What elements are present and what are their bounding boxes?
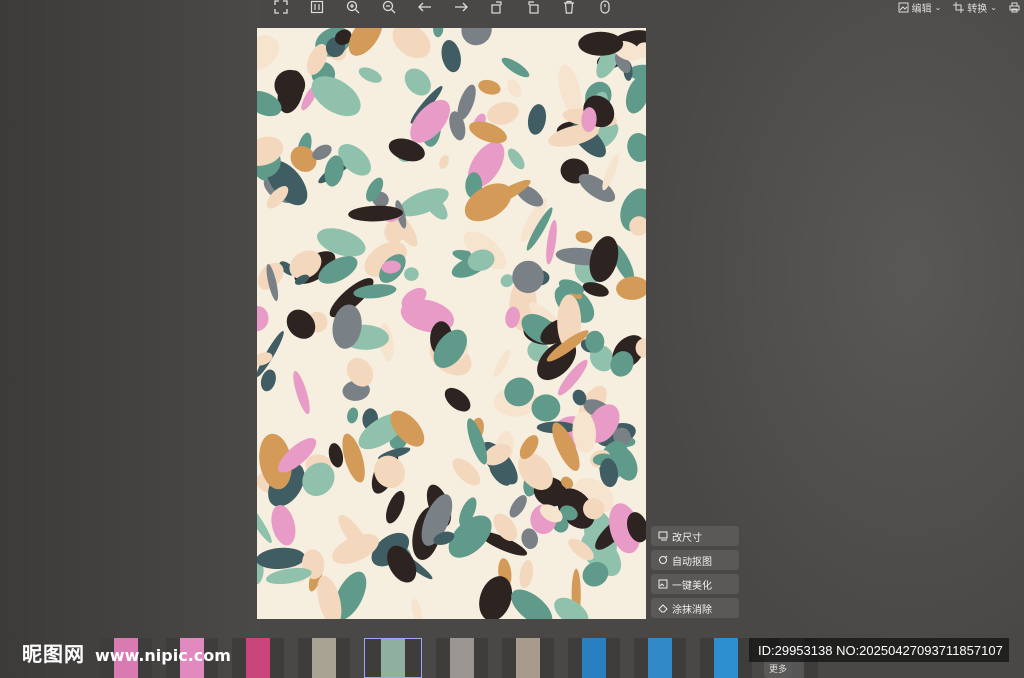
edit-label: 编辑	[911, 3, 932, 15]
pattern-leaf	[546, 219, 557, 265]
thumbnail-image	[582, 638, 606, 678]
thumbnail-item[interactable]	[232, 638, 284, 678]
pattern-leaf	[411, 598, 422, 619]
pattern-leaf	[511, 589, 553, 619]
pattern-leaf	[627, 133, 646, 162]
rotate-left-icon[interactable]	[488, 0, 506, 14]
watermark-url: www.nipic.com	[95, 646, 231, 665]
chevron-down-icon: ⌄	[934, 2, 942, 12]
pattern-leaf	[404, 267, 419, 281]
eraser-icon	[658, 604, 668, 613]
rotate-right-icon[interactable]	[524, 0, 542, 14]
image-tools-panel: 改尺寸 自动抠图 一键美化 涂抹消除	[651, 526, 739, 618]
print-icon	[1009, 2, 1020, 12]
site-watermark: 昵图网 www.nipic.com	[22, 638, 231, 667]
pattern-leaf	[441, 40, 461, 73]
pattern-leaf	[385, 490, 405, 524]
pattern-leaf	[527, 104, 547, 135]
pattern-leaf	[478, 79, 501, 95]
thumbnail-image	[648, 638, 672, 678]
thumbnail-item[interactable]	[700, 638, 752, 678]
info-icon[interactable]	[596, 0, 614, 14]
thumbnail-image	[312, 638, 336, 678]
top-right-actions: 编辑 ⌄ 转换 ⌄	[898, 0, 1024, 15]
thumbnail-item[interactable]	[436, 638, 488, 678]
chevron-down-icon: ⌄	[990, 2, 997, 12]
pattern-leaf	[602, 154, 619, 191]
pattern-leaf	[257, 35, 280, 70]
thumbnail-item[interactable]	[634, 638, 686, 678]
pattern-leaf	[392, 28, 431, 59]
edit-button[interactable]: 编辑 ⌄	[898, 0, 942, 15]
pattern-leaf	[493, 349, 511, 378]
zoom-in-icon[interactable]	[344, 0, 362, 14]
erase-button[interactable]: 涂抹消除	[651, 598, 739, 618]
delete-icon[interactable]	[560, 0, 578, 14]
next-arrow-icon[interactable]	[452, 0, 470, 14]
pattern-leaf	[575, 230, 593, 243]
pattern-leaf	[461, 28, 492, 46]
pattern-leaf	[439, 155, 450, 169]
thumbnail-image	[516, 638, 540, 678]
image-edit-icon	[898, 2, 909, 12]
thumbnail-item[interactable]	[568, 638, 620, 678]
resize-icon	[658, 531, 668, 541]
beautify-label: 一键美化	[672, 580, 712, 592]
image-id-badge: ID:29953138 NO:20250427093711857107	[749, 638, 1009, 662]
background-left	[0, 0, 260, 678]
auto-cutout-label: 自动抠图	[672, 556, 712, 568]
pattern-leaf	[578, 31, 624, 56]
actual-size-icon[interactable]	[308, 0, 326, 14]
pattern-leaf	[257, 306, 269, 332]
pattern-leaf	[358, 67, 382, 83]
pattern-leaf	[444, 387, 471, 412]
more-label: 更多	[768, 665, 787, 675]
pattern-leaf	[616, 276, 646, 300]
pattern-leaf	[293, 370, 310, 415]
zoom-out-icon[interactable]	[380, 0, 398, 14]
cutout-icon	[659, 555, 668, 564]
crop-icon	[953, 1, 965, 13]
pattern-leaf	[271, 505, 296, 546]
main-image	[257, 28, 646, 619]
watermark-logo: 昵图网	[22, 642, 85, 666]
viewer-toolbar	[272, 0, 614, 14]
pattern-leaf	[507, 148, 525, 170]
thumbnail-item[interactable]	[502, 638, 554, 678]
thumbnail-image	[714, 638, 738, 678]
pattern-leaf	[509, 495, 527, 518]
thumbnail-image	[450, 638, 474, 678]
pattern-leaf	[519, 559, 534, 589]
thumbnail-item[interactable]	[298, 638, 350, 678]
thumbnail-item[interactable]	[364, 638, 422, 678]
erase-label: 涂抹消除	[672, 604, 712, 616]
pattern-leaf	[501, 57, 530, 78]
floral-pattern-image	[257, 28, 646, 619]
fullscreen-icon[interactable]	[272, 0, 290, 14]
pattern-leaf	[625, 75, 646, 114]
image-enhance-icon	[658, 579, 668, 589]
pattern-leaf	[433, 28, 444, 38]
print-button[interactable]	[1009, 2, 1020, 13]
pattern-leaf	[554, 597, 589, 619]
convert-button[interactable]: 转换 ⌄	[953, 0, 997, 15]
auto-cutout-button[interactable]: 自动抠图	[651, 550, 739, 570]
thumbnail-image	[246, 638, 270, 678]
thumbnail-image	[381, 639, 405, 677]
beautify-button[interactable]: 一键美化	[651, 574, 739, 594]
pattern-leaf	[347, 407, 359, 424]
resize-button[interactable]: 改尺寸	[651, 526, 739, 546]
convert-label: 转换	[967, 3, 988, 15]
previous-arrow-icon[interactable]	[416, 0, 434, 14]
pattern-leaf	[506, 79, 522, 98]
resize-label: 改尺寸	[672, 532, 702, 544]
